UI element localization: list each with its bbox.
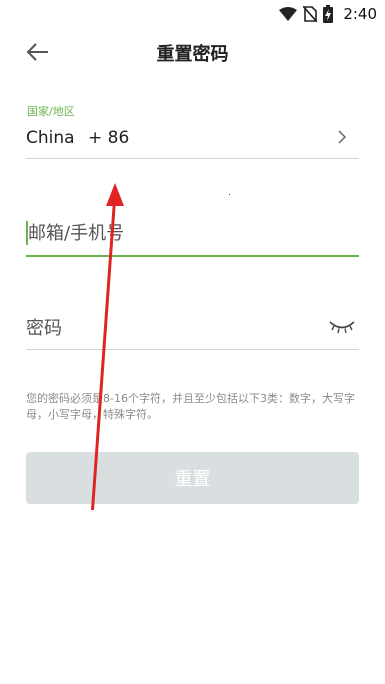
status-bar: 2:40 (0, 0, 385, 28)
status-time: 2:40 (343, 5, 377, 23)
country-code: + 86 (88, 128, 130, 148)
email-input[interactable] (26, 220, 361, 246)
no-sim-icon (303, 6, 318, 22)
email-field[interactable] (26, 210, 361, 257)
page-title: 重置密码 (156, 44, 229, 65)
country-selector[interactable]: China + 86 (26, 120, 359, 159)
password-hint: 您的密码必须是8-16个字符，并且至少包括以下3类：数字，大写字母，小写字母，特… (26, 392, 355, 421)
reset-button[interactable]: 重置 (26, 452, 359, 504)
battery-charging-icon (323, 5, 334, 23)
stray-dot (229, 194, 230, 195)
country-label: 国家/地区 (27, 105, 75, 118)
chevron-right-icon (338, 130, 347, 144)
header: 重置密码 (0, 32, 385, 72)
screen: 2:40 重置密码 国家/地区 China + 86 邮箱/手机号 您的密码必须… (0, 0, 385, 684)
country-name: China (26, 128, 75, 148)
wifi-icon (279, 7, 298, 21)
password-field[interactable] (26, 305, 359, 350)
status-icons: 2:40 (279, 4, 377, 24)
password-input[interactable] (26, 315, 316, 341)
eye-closed-icon[interactable] (329, 319, 355, 335)
